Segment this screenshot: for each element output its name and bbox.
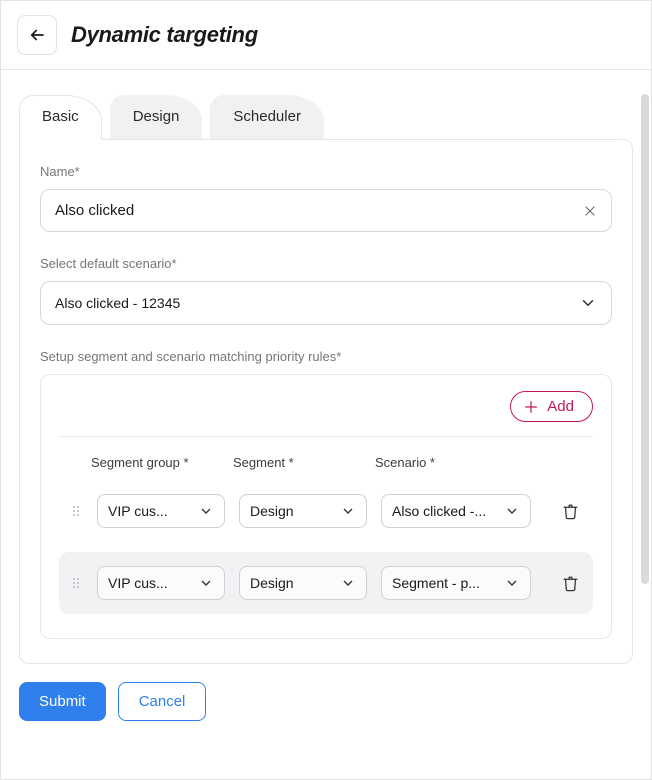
segment-group-select[interactable]: VIP cus... <box>97 494 225 528</box>
scenario-select[interactable]: Also clicked -... <box>381 494 531 528</box>
tab-label: Design <box>133 108 180 125</box>
tabs-bar: Basic Design Scheduler <box>1 70 651 139</box>
footer-actions: Submit Cancel <box>1 664 651 739</box>
segment-select[interactable]: Design <box>239 494 367 528</box>
delete-rule-button[interactable] <box>558 571 583 596</box>
chevron-down-icon <box>504 575 520 591</box>
add-label: Add <box>547 398 574 415</box>
add-rule-button[interactable]: Add <box>510 391 593 422</box>
segment-value: Design <box>250 575 340 591</box>
clear-icon[interactable] <box>583 204 597 218</box>
scenario-value: Segment - p... <box>392 575 504 591</box>
submit-button[interactable]: Submit <box>19 682 106 721</box>
delete-rule-button[interactable] <box>558 499 583 524</box>
back-button[interactable] <box>17 15 57 55</box>
segment-group-value: VIP cus... <box>108 503 198 519</box>
scenario-select[interactable]: Segment - p... <box>381 566 531 600</box>
drag-handle-icon[interactable] <box>69 506 83 516</box>
tab-design[interactable]: Design <box>110 95 203 140</box>
rule-row: VIP cus... Design Segment - p... <box>59 552 593 614</box>
rules-box: Add Segment group * Segment * Scenario * <box>40 374 612 639</box>
cancel-button[interactable]: Cancel <box>118 682 207 721</box>
content-scroll[interactable]: Basic Design Scheduler Name* Also clicke… <box>1 70 651 779</box>
add-row: Add <box>59 391 593 437</box>
segment-value: Design <box>250 503 340 519</box>
col-scenario: Scenario * <box>375 455 525 470</box>
default-scenario-label: Select default scenario* <box>40 256 612 271</box>
scrollbar[interactable] <box>641 94 649 584</box>
rules-label: Setup segment and scenario matching prio… <box>40 349 612 364</box>
chevron-down-icon <box>198 503 214 519</box>
tab-label: Scheduler <box>233 108 301 125</box>
name-label: Name* <box>40 164 612 179</box>
chevron-down-icon <box>340 503 356 519</box>
chevron-down-icon <box>340 575 356 591</box>
segment-select[interactable]: Design <box>239 566 367 600</box>
col-segment: Segment * <box>233 455 361 470</box>
default-scenario-select[interactable]: Also clicked - 12345 <box>40 281 612 325</box>
segment-group-select[interactable]: VIP cus... <box>97 566 225 600</box>
col-segment-group: Segment group * <box>91 455 219 470</box>
column-labels: Segment group * Segment * Scenario * <box>59 437 593 480</box>
chevron-down-icon <box>504 503 520 519</box>
page-title: Dynamic targeting <box>71 22 258 48</box>
name-input-wrap[interactable]: Also clicked <box>40 189 612 232</box>
back-arrow-icon <box>28 26 46 44</box>
tab-scheduler[interactable]: Scheduler <box>210 95 324 140</box>
plus-icon <box>523 399 539 415</box>
tab-panel-basic: Name* Also clicked Select default scenar… <box>19 139 633 664</box>
rule-row: VIP cus... Design Also clicked -... <box>59 480 593 542</box>
chevron-down-icon <box>579 294 597 312</box>
chevron-down-icon <box>198 575 214 591</box>
name-input[interactable]: Also clicked <box>55 202 583 219</box>
app-window: Dynamic targeting Basic Design Scheduler… <box>0 0 652 780</box>
drag-handle-icon[interactable] <box>69 578 83 588</box>
segment-group-value: VIP cus... <box>108 575 198 591</box>
header: Dynamic targeting <box>1 1 651 70</box>
scenario-value: Also clicked -... <box>392 503 504 519</box>
tab-basic[interactable]: Basic <box>19 95 102 140</box>
default-scenario-value: Also clicked - 12345 <box>55 295 180 311</box>
tab-label: Basic <box>42 108 79 125</box>
